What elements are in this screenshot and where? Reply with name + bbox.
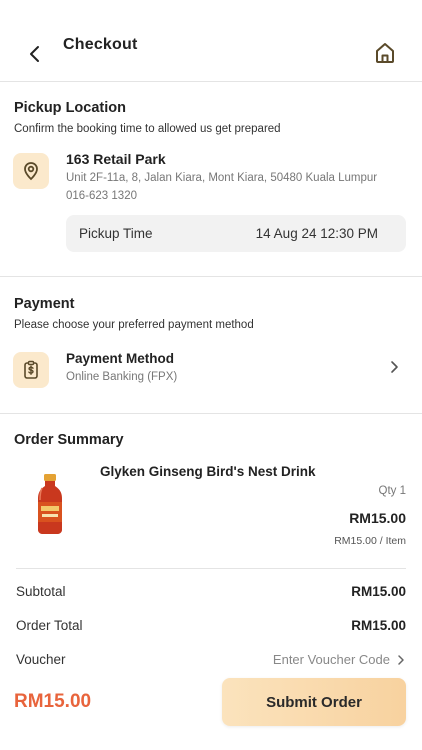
product-qty: Qty 1 [378,485,406,497]
pickup-address: Unit 2F-11a, 8, Jalan Kiara, Mont Kiara,… [66,172,378,184]
pickup-location-name: 163 Retail Park [66,151,166,167]
chevron-right-icon [391,361,398,373]
back-button[interactable] [24,40,46,68]
pickup-time-value: 14 Aug 24 12:30 PM [255,226,378,241]
pickup-time-field[interactable]: Pickup Time 14 Aug 24 12:30 PM [66,215,406,252]
product-price: RM15.00 [349,510,406,526]
home-button[interactable] [372,40,398,66]
location-badge [13,153,49,189]
payment-section-subtitle: Please choose your preferred payment met… [14,319,254,331]
footer-total-amount: RM15.00 [14,691,92,712]
order-total-label: Order Total [16,618,83,633]
chevron-right-icon [398,654,404,665]
pickup-section-subtitle: Confirm the booking time to allowed us g… [14,123,281,135]
summary-divider [16,568,406,569]
product-unit-price: RM15.00 / Item [334,535,406,547]
payment-method-row[interactable]: Payment Method Online Banking (FPX) [0,344,422,390]
section-divider [0,276,422,277]
page-title: Checkout [63,36,138,53]
voucher-placeholder: Enter Voucher Code [272,652,390,667]
payment-section-title: Payment [14,296,75,312]
voucher-label: Voucher [16,652,66,667]
receipt-dollar-icon [24,360,38,379]
chevron-left-icon [30,46,39,62]
payment-method-value: Online Banking (FPX) [66,371,178,383]
subtotal-value: RM15.00 [351,584,406,599]
subtotal-label: Subtotal [16,584,66,599]
order-total-row: Order Total RM15.00 [16,618,406,638]
submit-order-button[interactable]: Submit Order [222,678,406,726]
product-image [17,468,83,540]
product-name: Glyken Ginseng Bird's Nest Drink [100,464,316,479]
order-summary-title: Order Summary [14,432,124,448]
voucher-row[interactable]: Voucher Enter Voucher Code [16,652,406,672]
section-divider [0,413,422,414]
app-header: Checkout [0,0,422,82]
voucher-input[interactable]: Enter Voucher Code [273,652,406,667]
home-icon [376,43,394,63]
subtotal-row: Subtotal RM15.00 [16,584,406,604]
location-pin-icon [24,162,38,181]
order-total-value: RM15.00 [351,618,406,633]
pickup-section-title: Pickup Location [14,100,126,116]
payment-badge [13,352,49,388]
checkout-footer: RM15.00 Submit Order [0,670,422,750]
pickup-phone: 016-623 1320 [66,190,137,202]
pickup-time-label: Pickup Time [79,226,153,241]
payment-method-label: Payment Method [66,351,175,366]
bottle-image-icon [38,474,62,534]
